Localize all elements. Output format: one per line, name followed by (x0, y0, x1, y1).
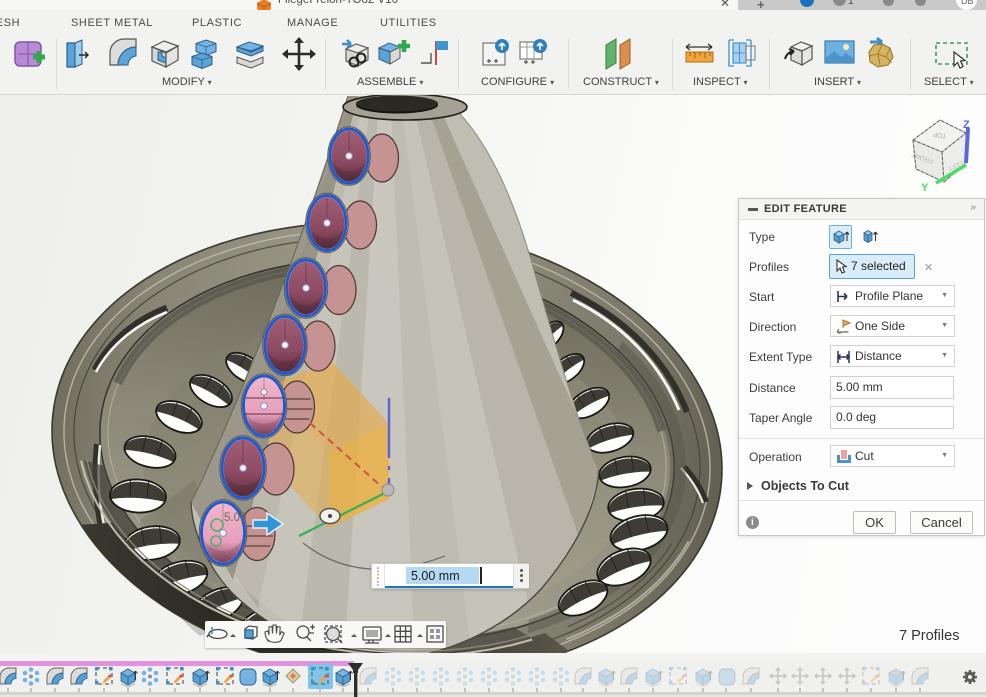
svg-text:Y: Y (921, 182, 929, 194)
svg-text:5.00: 5.00 (224, 512, 246, 524)
svg-text:Z: Z (963, 119, 970, 131)
